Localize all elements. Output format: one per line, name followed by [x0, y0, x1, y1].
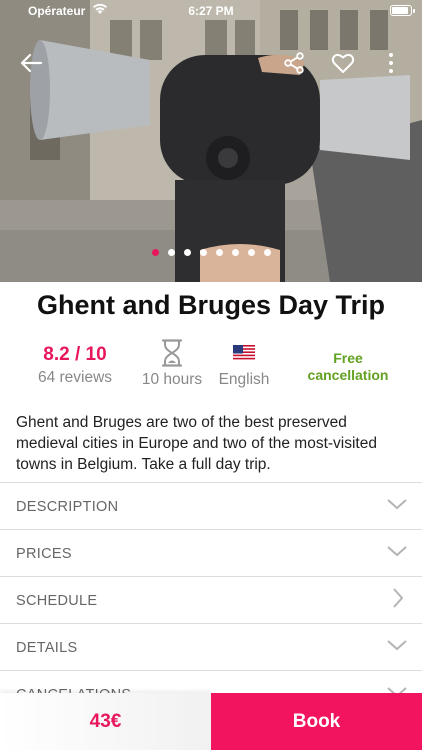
booking-bar: 43€ Book — [0, 693, 422, 750]
language-label: English — [218, 371, 270, 388]
us-flag-icon — [233, 345, 255, 361]
duration-block: 10 hours — [132, 338, 212, 389]
carousel-indicator — [0, 249, 422, 256]
clock: 6:27 PM — [188, 4, 234, 18]
arrow-left-icon — [20, 53, 43, 73]
hourglass-icon — [161, 339, 183, 367]
review-count: 64 reviews — [37, 369, 113, 386]
share-button[interactable] — [279, 48, 309, 78]
carousel-dot[interactable] — [231, 249, 239, 256]
carousel-dot[interactable] — [167, 249, 175, 256]
section-label: SCHEDULE — [16, 593, 98, 609]
carousel-dot[interactable] — [247, 249, 255, 256]
chevron-down-icon — [387, 546, 407, 557]
carousel-dot[interactable] — [151, 249, 159, 256]
duration-label: 10 hours — [141, 371, 203, 388]
section-details[interactable]: DETAILS — [0, 623, 422, 670]
section-label: DETAILS — [16, 640, 78, 656]
battery-icon — [390, 5, 415, 16]
tour-title: Ghent and Bruges Day Trip — [36, 290, 386, 320]
section-label: PRICES — [16, 546, 72, 562]
back-button[interactable] — [16, 48, 46, 78]
tour-description: Ghent and Bruges are two of the best pre… — [16, 414, 377, 473]
free-cancellation-badge: Free cancellation — [307, 350, 389, 383]
section-label: DESCRIPTION — [16, 499, 119, 515]
tour-info-row: 8.2 / 10 64 reviews 10 hours English Fre… — [0, 338, 422, 394]
price-display: 43€ — [0, 693, 211, 750]
favorite-button[interactable] — [328, 48, 358, 78]
chevron-down-icon — [387, 499, 407, 510]
carousel-dot[interactable] — [199, 249, 207, 256]
carousel-dot[interactable] — [183, 249, 191, 256]
carousel-dot[interactable] — [263, 249, 271, 256]
book-button[interactable]: Book — [211, 693, 422, 750]
more-button[interactable] — [376, 48, 406, 78]
status-bar: Opérateur 6:27 PM — [0, 0, 422, 24]
detail-sections: DESCRIPTION PRICES SCHEDULE DETAILS CANC… — [0, 482, 422, 717]
heart-icon — [331, 53, 355, 73]
more-vertical-icon — [389, 53, 393, 73]
hero-photo — [0, 0, 422, 282]
rating-score: 8.2 / 10 — [43, 344, 107, 365]
chevron-down-icon — [387, 640, 407, 651]
section-prices[interactable]: PRICES — [0, 529, 422, 576]
hero-image[interactable] — [0, 0, 422, 282]
rating-block[interactable]: 8.2 / 10 64 reviews — [20, 338, 130, 387]
section-description[interactable]: DESCRIPTION — [0, 482, 422, 529]
chevron-right-icon — [393, 588, 404, 608]
section-schedule[interactable]: SCHEDULE — [0, 576, 422, 623]
share-icon — [284, 52, 304, 74]
carousel-dot[interactable] — [215, 249, 223, 256]
language-block: English — [210, 338, 278, 389]
